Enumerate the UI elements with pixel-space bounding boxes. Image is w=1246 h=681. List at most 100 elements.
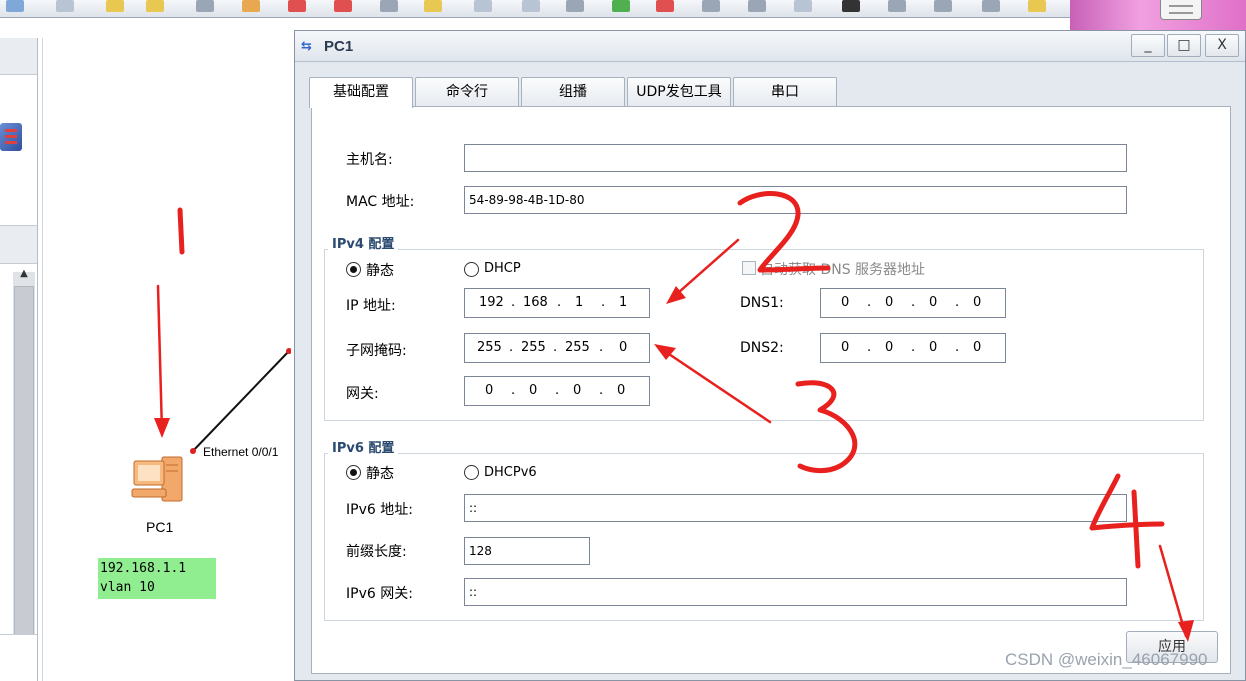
toolbar-button[interactable] — [612, 0, 630, 12]
toolbar-button[interactable] — [6, 0, 24, 12]
scroll-up-icon[interactable]: ▲ — [15, 268, 33, 282]
ipv4-static-label: 静态 — [366, 263, 394, 279]
note-line: vlan 10 — [100, 580, 155, 595]
toolbar-button[interactable] — [794, 0, 812, 12]
ip-octet: 0 — [619, 340, 628, 355]
toolbar-button[interactable] — [842, 0, 860, 12]
toolbar-button[interactable] — [56, 0, 74, 12]
ip-octet: 0 — [973, 340, 982, 355]
ip-octet: 192 — [479, 295, 504, 310]
dns2-input[interactable]: 0 . 0 . 0 . 0 — [820, 333, 1006, 363]
tab-udp-tool[interactable]: UDP发包工具 — [627, 77, 731, 107]
dns-auto-label: 自动获取 DNS 服务器地址 — [760, 262, 926, 278]
toolbar-button[interactable] — [748, 0, 766, 12]
device-palette: ▲ ▼ — [0, 38, 38, 681]
prefix-length-label: 前缀长度: — [346, 544, 407, 560]
ipv4-group-title: IPv4 配置 — [328, 233, 399, 252]
pc-app-icon: ⇆ — [301, 39, 312, 54]
tab-command-line[interactable]: 命令行 — [415, 77, 519, 107]
toolbar-button[interactable] — [242, 0, 260, 12]
toolbar-button[interactable] — [934, 0, 952, 12]
switch-device-icon[interactable] — [0, 123, 22, 151]
ipv4-dhcp-label: DHCP — [484, 261, 521, 276]
port-label: Ethernet 0/0/1 — [203, 445, 279, 459]
pc-label: PC1 — [146, 519, 174, 535]
document-icon — [1160, 0, 1202, 20]
ip-octet: 0 — [973, 295, 982, 310]
toolbar-button[interactable] — [474, 0, 492, 12]
ipv4-dhcp-radio[interactable] — [464, 262, 479, 277]
dns2-label: DNS2: — [740, 340, 784, 356]
hostname-input[interactable] — [464, 144, 1127, 172]
ipv6-static-label: 静态 — [366, 466, 394, 482]
toolbar-button[interactable] — [334, 0, 352, 12]
toolbar-button[interactable] — [702, 0, 720, 12]
dns1-label: DNS1: — [740, 295, 784, 311]
ipv6-gateway-label: IPv6 网关: — [346, 586, 413, 602]
ip-octet: 0 — [573, 383, 582, 398]
toolbar-button[interactable] — [146, 0, 164, 12]
ip-octet: 0 — [885, 295, 894, 310]
ip-address-input[interactable]: 192 . 168 . 1 . 1 — [464, 288, 650, 318]
mask-label: 子网掩码: — [346, 343, 407, 359]
tab-multicast[interactable]: 组播 — [521, 77, 625, 107]
mac-input[interactable]: 54-89-98-4B-1D-80 — [464, 186, 1127, 214]
prefix-length-input[interactable]: 128 — [464, 537, 590, 565]
ip-octet: 1 — [575, 295, 584, 310]
background-image — [1070, 0, 1246, 30]
note-line: 192.168.1.1 — [100, 561, 187, 576]
window-title: PC1 — [324, 38, 354, 55]
window-titlebar[interactable]: ⇆ PC1 _ □ X — [295, 31, 1245, 62]
gateway-input[interactable]: 0 . 0 . 0 . 0 — [464, 376, 650, 406]
topology-canvas[interactable]: PC1 Ethernet 0/0/1 192.168.1.1 vlan 10 — [42, 38, 291, 681]
ipv6-gateway-input[interactable]: :: — [464, 578, 1127, 606]
ipv6-dhcp-radio[interactable] — [464, 465, 479, 480]
ip-octet: 0 — [485, 383, 494, 398]
ip-label: IP 地址: — [346, 298, 396, 314]
ipv6-dhcp-label: DHCPv6 — [484, 465, 537, 480]
dns1-input[interactable]: 0 . 0 . 0 . 0 — [820, 288, 1006, 318]
hostname-label: 主机名: — [346, 152, 393, 168]
ipv6-static-radio[interactable] — [346, 465, 361, 480]
toolbar-button[interactable] — [1028, 0, 1046, 12]
ip-octet: 0 — [617, 383, 626, 398]
toolbar-button[interactable] — [380, 0, 398, 12]
ipv4-static-radio[interactable] — [346, 262, 361, 277]
maximize-button[interactable]: □ — [1167, 34, 1201, 57]
tab-serial[interactable]: 串口 — [733, 77, 837, 107]
ip-octet: 255 — [565, 340, 590, 355]
ipv6-group-title: IPv6 配置 — [328, 437, 399, 456]
ip-octet: 255 — [477, 340, 502, 355]
pc-config-window: ⇆ PC1 _ □ X 基础配置 命令行 组播 UDP发包工具 串口 主机名: … — [294, 30, 1246, 681]
ip-octet: 0 — [841, 340, 850, 355]
subnet-mask-input[interactable]: 255 . 255 . 255 . 0 — [464, 333, 650, 363]
gateway-label: 网关: — [346, 386, 379, 402]
tab-basic-config[interactable]: 基础配置 — [309, 77, 413, 108]
toolbar-button[interactable] — [522, 0, 540, 12]
ip-octet: 0 — [929, 340, 938, 355]
ipv6-address-label: IPv6 地址: — [346, 502, 413, 518]
ip-octet: 0 — [841, 295, 850, 310]
scrollbar-thumb[interactable] — [14, 286, 34, 636]
dns-auto-checkbox[interactable] — [742, 261, 756, 275]
ipv6-address-input[interactable]: :: — [464, 494, 1127, 522]
ip-octet: 168 — [523, 295, 548, 310]
ip-octet: 0 — [885, 340, 894, 355]
toolbar-button[interactable] — [888, 0, 906, 12]
toolbar-button[interactable] — [656, 0, 674, 12]
minimize-button[interactable]: _ — [1131, 34, 1165, 57]
close-button[interactable]: X — [1205, 34, 1239, 57]
toolbar-button[interactable] — [106, 0, 124, 12]
toolbar-button[interactable] — [196, 0, 214, 12]
device-list — [0, 74, 37, 226]
toolbar-button[interactable] — [288, 0, 306, 12]
ip-octet: 1 — [619, 295, 628, 310]
pc-device-icon[interactable] — [128, 451, 188, 511]
toolbar-button[interactable] — [424, 0, 442, 12]
palette-footer — [0, 634, 37, 681]
toolbar-button[interactable] — [982, 0, 1000, 12]
toolbar-button[interactable] — [566, 0, 584, 12]
watermark: CSDN @weixin_46067990 — [1005, 650, 1208, 669]
device-sublist: ▲ ▼ — [0, 263, 37, 658]
text-note[interactable]: 192.168.1.1 vlan 10 — [98, 558, 216, 599]
